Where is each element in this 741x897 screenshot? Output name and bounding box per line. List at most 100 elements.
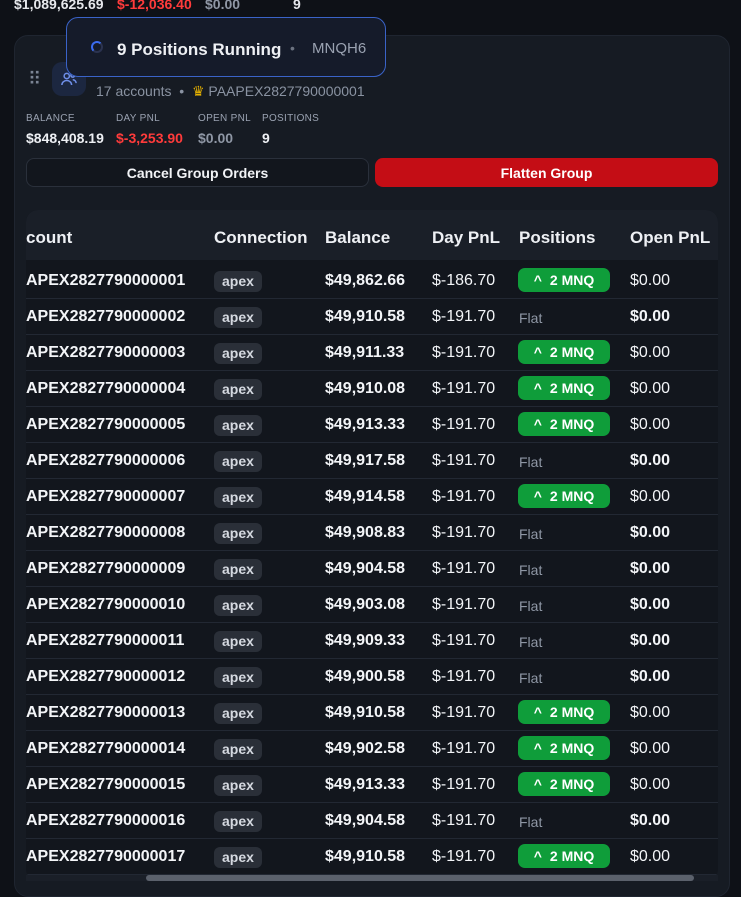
cancel-group-orders-button[interactable]: Cancel Group Orders xyxy=(26,158,369,187)
position-badge[interactable]: ^ 2 MNQ xyxy=(518,340,610,364)
connection-badge: apex xyxy=(214,487,262,508)
position-badge[interactable]: ^ 2 MNQ xyxy=(518,484,610,508)
position-badge[interactable]: ^ 2 MNQ xyxy=(518,700,610,724)
position-text: 2 MNQ xyxy=(549,740,595,756)
balance-cell: $49,914.58 xyxy=(325,488,406,505)
chevron-up-icon: ^ xyxy=(533,416,542,432)
table-row[interactable]: APEX2827790000011 apex $49,909.33 $-191.70 F… xyxy=(26,622,718,659)
balance-cell: $49,903.08 xyxy=(325,596,406,613)
total-open-pnl: $0.00 xyxy=(205,0,241,12)
table-row[interactable]: APEX2827790000008 apex $49,908.83 $-191.70 F… xyxy=(26,514,718,551)
connection-badge: apex xyxy=(214,811,262,832)
position-badge[interactable]: ^ 2 MNQ xyxy=(518,412,610,436)
day-pnl-cell: $-191.70 xyxy=(432,416,496,433)
balance-cell: $49,910.08 xyxy=(325,380,406,397)
day-pnl-cell: $-191.70 xyxy=(432,308,496,325)
position-badge[interactable]: ^ 2 MNQ xyxy=(518,772,610,796)
position-badge[interactable]: ^ 2 MNQ xyxy=(518,736,610,760)
group-open-pnl: $0.00 xyxy=(198,130,234,146)
header-balance[interactable]: Balance xyxy=(325,228,390,248)
position-badge[interactable]: ^ 2 MNQ xyxy=(518,376,610,400)
account-id: APEX2827790000010 xyxy=(26,596,186,613)
accounts-table: count Connection Balance Day PnL Positio… xyxy=(26,210,718,881)
balance-cell: $49,911.33 xyxy=(325,344,405,361)
balance-cell: $49,908.83 xyxy=(325,524,406,541)
header-positions[interactable]: Positions xyxy=(519,228,596,248)
table-row[interactable]: APEX2827790000012 apex $49,900.58 $-191.70 F… xyxy=(26,658,718,695)
open-pnl-cell: $0.00 xyxy=(630,776,671,793)
table-row[interactable]: APEX2827790000001 apex $49,862.66 $-186.70 ^… xyxy=(26,262,718,299)
day-pnl-cell: $-191.70 xyxy=(432,344,496,361)
flat-label: Flat xyxy=(519,310,543,326)
flat-label: Flat xyxy=(519,454,543,470)
positions-running-toast[interactable]: 9 Positions Running • MNQH6 xyxy=(66,17,386,77)
account-id: APEX2827790000009 xyxy=(26,560,186,577)
connection-badge: apex xyxy=(214,559,262,580)
position-text: 2 MNQ xyxy=(549,704,595,720)
account-id: APEX2827790000017 xyxy=(26,848,186,865)
balance-cell: $49,904.58 xyxy=(325,560,406,577)
connection-badge: apex xyxy=(214,739,262,760)
toast-separator: • xyxy=(290,40,295,56)
day-pnl-cell: $-191.70 xyxy=(432,704,496,721)
table-row[interactable]: APEX2827790000007 apex $49,914.58 $-191.70 ^… xyxy=(26,478,718,515)
table-row[interactable]: APEX2827790000013 apex $49,910.58 $-191.70 ^… xyxy=(26,694,718,731)
scrollbar-thumb[interactable] xyxy=(146,875,694,881)
toast-symbol: MNQH6 xyxy=(312,40,367,57)
account-id: APEX2827790000003 xyxy=(26,344,186,361)
balance-cell: $49,902.58 xyxy=(325,740,406,757)
open-pnl-cell: $0.00 xyxy=(630,308,671,325)
chevron-up-icon: ^ xyxy=(533,776,542,792)
open-pnl-cell: $0.00 xyxy=(630,344,671,361)
open-pnl-cell: $0.00 xyxy=(630,380,671,397)
balance-cell: $49,909.33 xyxy=(325,632,406,649)
day-pnl-cell: $-191.70 xyxy=(432,776,496,793)
account-id: APEX2827790000004 xyxy=(26,380,186,397)
position-text: 2 MNQ xyxy=(549,776,595,792)
balance-cell: $49,917.58 xyxy=(325,452,406,469)
table-row[interactable]: APEX2827790000015 apex $49,913.33 $-191.70 ^… xyxy=(26,766,718,803)
horizontal-scrollbar[interactable] xyxy=(26,875,718,881)
leader-account: PAAPEX2827790000001 xyxy=(208,83,365,99)
chevron-up-icon: ^ xyxy=(533,740,542,756)
header-open-pnl[interactable]: Open PnL xyxy=(630,228,710,248)
position-badge[interactable]: ^ 2 MNQ xyxy=(518,844,610,868)
group-balance: $848,408.19 xyxy=(26,130,104,146)
table-row[interactable]: APEX2827790000010 apex $49,903.08 $-191.70 F… xyxy=(26,586,718,623)
connection-badge: apex xyxy=(214,307,262,328)
accounts-count: 17 accounts xyxy=(96,83,172,99)
total-balance: $1,089,625.69 xyxy=(14,0,104,12)
toast-title: 9 Positions Running xyxy=(117,40,282,59)
table-row[interactable]: APEX2827790000002 apex $49,910.58 $-191.70 F… xyxy=(26,298,718,335)
flat-label: Flat xyxy=(519,634,543,650)
header-day-pnl[interactable]: Day PnL xyxy=(432,228,500,248)
table-row[interactable]: APEX2827790000009 apex $49,904.58 $-191.70 F… xyxy=(26,550,718,587)
chevron-up-icon: ^ xyxy=(533,488,542,504)
chevron-up-icon: ^ xyxy=(533,344,542,360)
position-text: 2 MNQ xyxy=(549,848,595,864)
open-pnl-cell: $0.00 xyxy=(630,524,671,541)
open-pnl-cell: $0.00 xyxy=(630,812,671,829)
balance-cell: $49,904.58 xyxy=(325,812,406,829)
table-row[interactable]: APEX2827790000004 apex $49,910.08 $-191.70 ^… xyxy=(26,370,718,407)
day-pnl-cell: $-186.70 xyxy=(432,272,496,289)
table-row[interactable]: APEX2827790000017 apex $49,910.58 $-191.70 ^… xyxy=(26,838,718,875)
header-connection[interactable]: Connection xyxy=(214,228,308,248)
table-row[interactable]: APEX2827790000003 apex $49,911.33 $-191.70 ^… xyxy=(26,334,718,371)
meta-separator: • xyxy=(179,83,185,99)
table-header: count Connection Balance Day PnL Positio… xyxy=(26,210,718,260)
account-id: APEX2827790000013 xyxy=(26,704,186,721)
drag-handle-icon[interactable]: ⠿ xyxy=(28,70,41,88)
account-id: APEX2827790000007 xyxy=(26,488,186,505)
connection-badge: apex xyxy=(214,595,262,616)
flatten-group-button[interactable]: Flatten Group xyxy=(375,158,718,187)
position-text: 2 MNQ xyxy=(549,380,595,396)
table-row[interactable]: APEX2827790000014 apex $49,902.58 $-191.70 ^… xyxy=(26,730,718,767)
table-row[interactable]: APEX2827790000016 apex $49,904.58 $-191.70 F… xyxy=(26,802,718,839)
position-badge[interactable]: ^ 2 MNQ xyxy=(518,268,610,292)
table-row[interactable]: APEX2827790000006 apex $49,917.58 $-191.70 F… xyxy=(26,442,718,479)
day-pnl-label: DAY PNL xyxy=(116,113,160,124)
header-account[interactable]: count xyxy=(26,228,72,248)
table-row[interactable]: APEX2827790000005 apex $49,913.33 $-191.70 ^… xyxy=(26,406,718,443)
flat-label: Flat xyxy=(519,814,543,830)
